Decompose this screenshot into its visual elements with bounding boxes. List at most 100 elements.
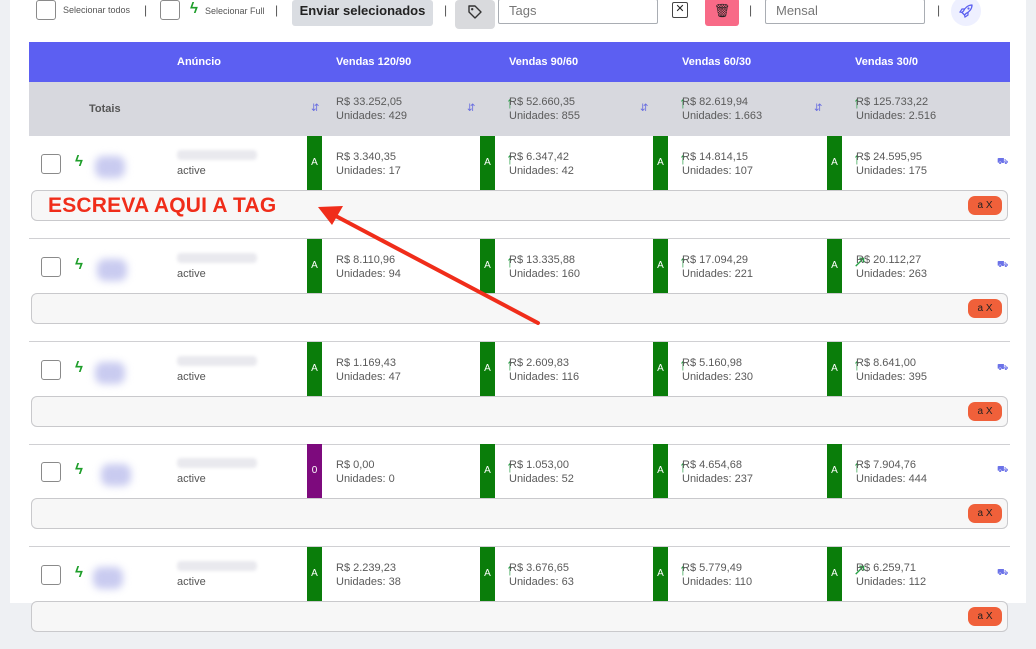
header-vendas-60-30[interactable]: Vendas 60/30 [682, 56, 751, 68]
totals-units: Unidades: 2.516 [856, 110, 937, 122]
totals-row: Totais ⇵ R$ 33.252,05 Unidades: 429 ↑ ⇵ R$ 52… [29, 82, 1010, 136]
header-anuncio[interactable]: Anúncio [177, 56, 221, 68]
product-thumbnail[interactable] [101, 464, 131, 486]
bolt-icon: ϟ [75, 359, 83, 376]
tag-input[interactable]: a X [31, 293, 1008, 324]
bolt-icon: ϟ [190, 0, 198, 17]
separator: | [444, 3, 448, 17]
totals-cell: R$ 82.619,94 Unidades: 1.663 [682, 95, 762, 123]
sales-units: Unidades: 42 [509, 165, 574, 177]
grade-badge: A [827, 136, 842, 190]
launch-button[interactable] [951, 0, 981, 26]
sales-units: Unidades: 395 [856, 371, 927, 383]
product-thumbnail[interactable] [95, 362, 125, 384]
status-label: active [177, 576, 206, 588]
product-title[interactable] [177, 253, 257, 263]
row-checkbox[interactable] [41, 257, 61, 277]
sales-units: Unidades: 0 [336, 473, 395, 485]
sort-icon[interactable]: ⇵ [640, 103, 648, 114]
tag-remove-button[interactable]: a X [968, 607, 1002, 626]
sales-value: R$ 17.094,29 [682, 254, 749, 266]
truck-icon: ⛟ [997, 567, 1009, 577]
sales-value: R$ 6.259,71 [856, 562, 916, 574]
clear-tags-button[interactable]: ✕ [672, 2, 688, 18]
sales-units: Unidades: 116 [509, 371, 580, 383]
product-title[interactable] [177, 356, 257, 366]
period-select[interactable]: Mensal [765, 0, 925, 24]
sales-value: R$ 3.340,35 [336, 151, 396, 163]
sort-icon[interactable]: ⇵ [814, 103, 822, 114]
row-checkbox[interactable] [41, 360, 61, 380]
product-title[interactable] [177, 561, 257, 571]
tag-remove-button[interactable]: a X [968, 402, 1002, 421]
product-thumbnail[interactable] [95, 156, 125, 178]
tag-input[interactable]: a X [31, 498, 1008, 529]
row-checkbox[interactable] [41, 154, 61, 174]
truck-icon: ⛟ [997, 464, 1009, 474]
sales-units: Unidades: 221 [682, 268, 753, 280]
grade-badge: A [653, 547, 668, 601]
row-checkbox[interactable] [41, 462, 61, 482]
sales-units: Unidades: 47 [336, 371, 401, 383]
table-header: Anúncio Vendas 120/90 Vendas 90/60 Venda… [29, 42, 1010, 82]
grade-badge: A [653, 342, 668, 396]
trash-icon: 🗑 [713, 3, 731, 18]
sort-icon[interactable]: ⇵ [311, 103, 319, 114]
separator: | [275, 3, 279, 17]
sales-value: R$ 2.239,23 [336, 562, 396, 574]
separator: | [937, 3, 941, 17]
bolt-icon: ϟ [75, 153, 83, 170]
truck-icon: ⛟ [997, 259, 1009, 269]
sales-value: R$ 24.595,95 [856, 151, 923, 163]
grade-badge: 0 [307, 444, 322, 498]
send-selected-button[interactable]: Enviar selecionados [292, 0, 433, 26]
tag-remove-button[interactable]: a X [968, 196, 1002, 215]
header-vendas-30-0[interactable]: Vendas 30/0 [855, 56, 918, 68]
status-label: active [177, 371, 206, 383]
sales-units: Unidades: 160 [509, 268, 580, 280]
sales-value: R$ 14.814,15 [682, 151, 749, 163]
grade-badge: A [653, 444, 668, 498]
product-title[interactable] [177, 458, 257, 468]
product-title[interactable] [177, 150, 257, 160]
sales-value: R$ 2.609,83 [509, 357, 569, 369]
product-thumbnail[interactable] [97, 259, 127, 281]
truck-icon: ⛟ [997, 156, 1009, 166]
table-row: ϟ active A R$ 3.340,35 Unidades: 17 A ↑ R$ 6.34… [29, 136, 1010, 239]
delete-button[interactable]: 🗑 [705, 0, 739, 26]
table-row: ϟ active A R$ 2.239,23 Unidades: 38 A ↑ R$ 3.67… [29, 547, 1010, 649]
tags-input[interactable]: Tags [498, 0, 658, 24]
annotation-text: ESCREVA AQUI A TAG [48, 194, 277, 217]
select-all-label: Selecionar todos [63, 5, 131, 15]
separator: | [749, 3, 753, 17]
tag-remove-button[interactable]: a X [968, 299, 1002, 318]
totals-value: R$ 52.660,35 [509, 96, 576, 108]
sales-cell: R$ 4.654,68 Unidades: 237 [682, 458, 753, 486]
sales-cell: R$ 24.595,95 Unidades: 175 [856, 150, 927, 178]
sales-cell: R$ 3.340,35 Unidades: 17 [336, 150, 401, 178]
sales-cell: R$ 5.779,49 Unidades: 110 [682, 561, 752, 589]
sales-value: R$ 3.676,65 [509, 562, 569, 574]
select-all-checkbox[interactable] [36, 0, 56, 20]
grade-badge: A [307, 547, 322, 601]
header-vendas-90-60[interactable]: Vendas 90/60 [509, 56, 578, 68]
sales-value: R$ 5.160,98 [682, 357, 742, 369]
totals-label: Totais [89, 103, 121, 115]
tag-button[interactable] [455, 0, 495, 29]
product-thumbnail[interactable] [93, 567, 123, 589]
tag-input[interactable]: a X [31, 396, 1008, 427]
sales-value: R$ 0,00 [336, 459, 375, 471]
table-row: ϟ active 0 R$ 0,00 Unidades: 0 A ↑ R$ 1.053,00 U… [29, 444, 1010, 547]
grade-badge: A [307, 136, 322, 190]
sales-cell: R$ 13.335,88 Unidades: 160 [509, 253, 580, 281]
sales-cell: R$ 17.094,29 Unidades: 221 [682, 253, 753, 281]
row-checkbox[interactable] [41, 565, 61, 585]
header-vendas-120-90[interactable]: Vendas 120/90 [336, 56, 411, 68]
tag-input[interactable]: a X [31, 601, 1008, 632]
sales-value: R$ 8.110,96 [336, 254, 396, 266]
toolbar: Selecionar todos | ϟ Selecionar Full | E… [10, 0, 1026, 30]
sales-cell: R$ 20.112,27 Unidades: 263 [856, 253, 927, 281]
tag-remove-button[interactable]: a X [968, 504, 1002, 523]
select-full-checkbox[interactable] [160, 0, 180, 20]
sort-icon[interactable]: ⇵ [467, 103, 475, 114]
